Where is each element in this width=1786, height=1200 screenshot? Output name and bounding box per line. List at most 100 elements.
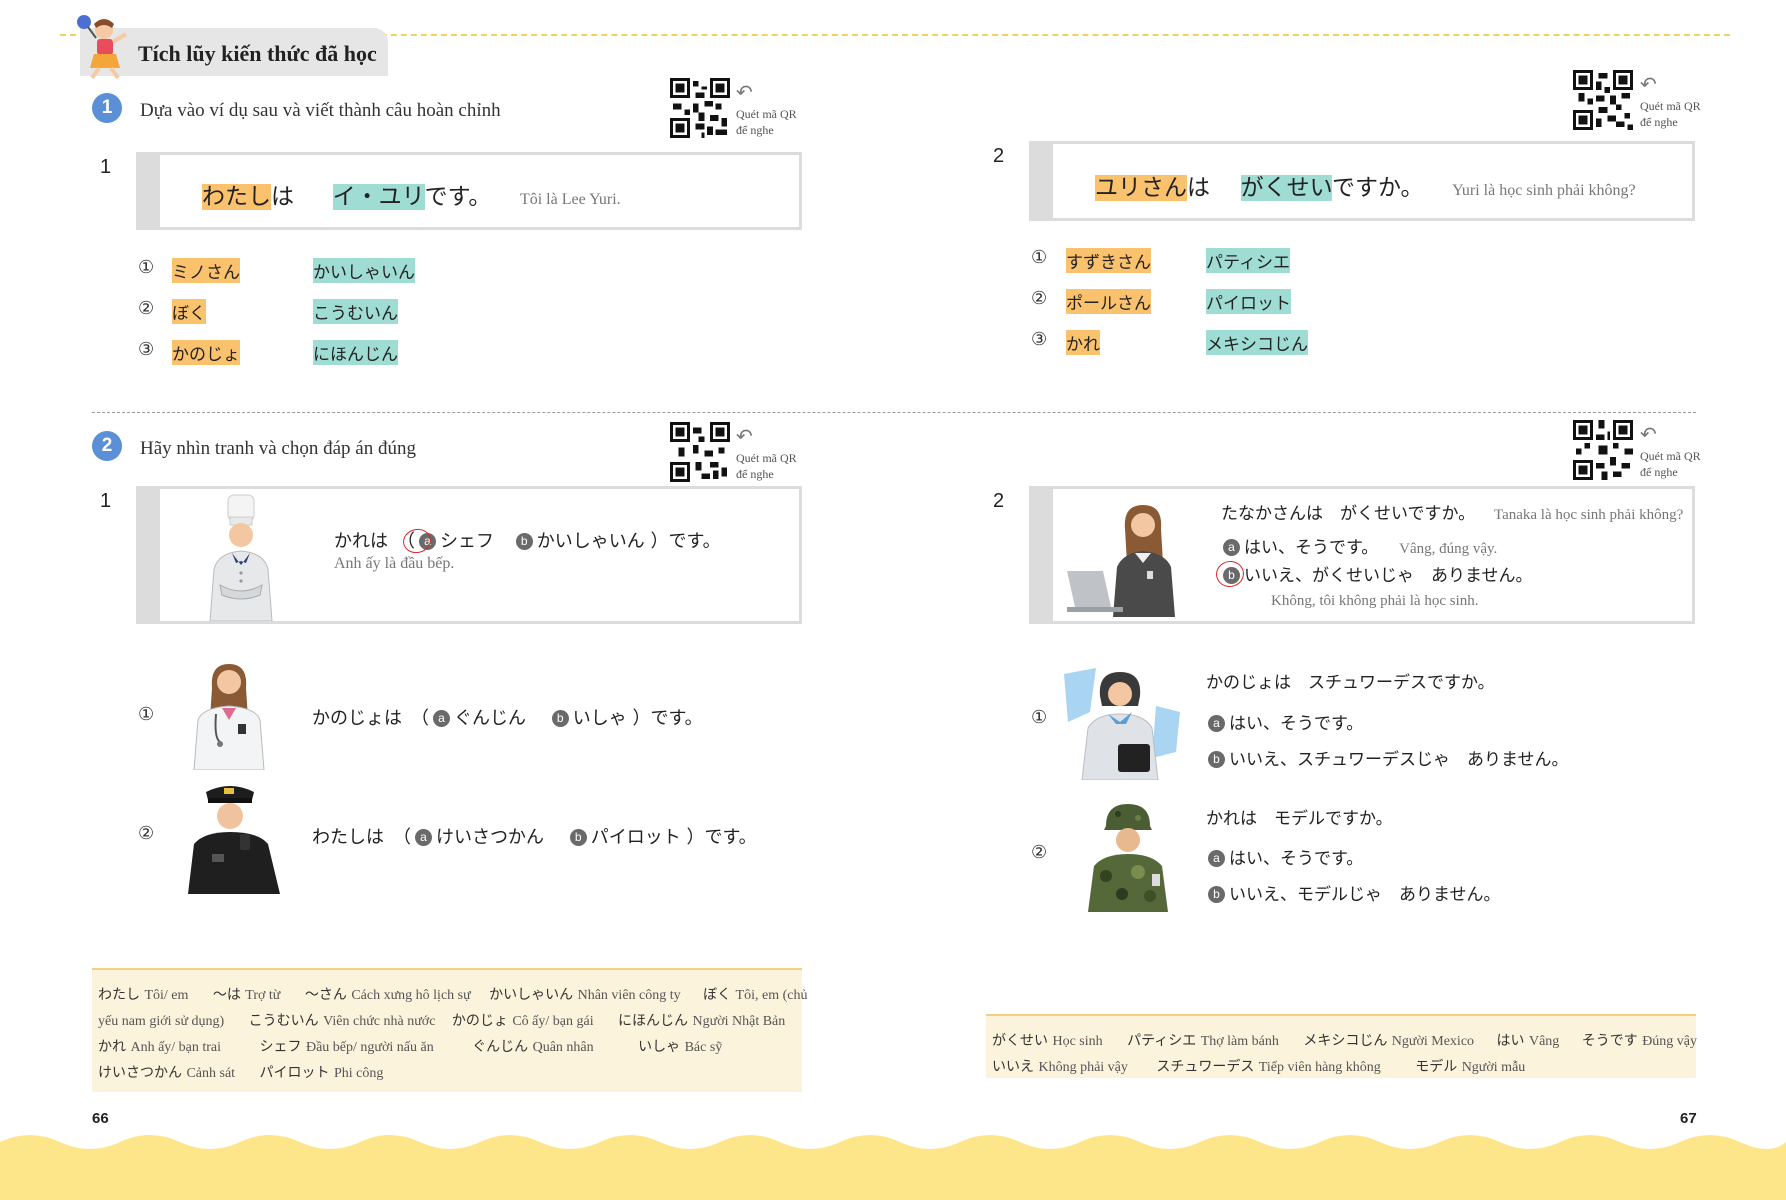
- item-noun[interactable]: パイロット: [1206, 289, 1291, 314]
- item-mark: ②: [1031, 288, 1048, 309]
- qr-label: Quét mã QR để nghe: [1640, 449, 1701, 479]
- example-box: たなかさんは がくせいですか。 Tanaka là học sinh phải …: [1029, 486, 1695, 624]
- item-mark: ②: [138, 823, 155, 844]
- choice-sentence: かのじょは （a ぐんじん b いしゃ ）です。: [312, 708, 703, 729]
- section-badge: 1: [92, 93, 122, 123]
- item-mark: ③: [138, 339, 155, 360]
- answer-b-translation: Không, tôi không phải là học sinh.: [1271, 593, 1479, 609]
- item-subject[interactable]: かれ: [1066, 330, 1100, 355]
- item-subject[interactable]: かのじょ: [172, 340, 240, 365]
- choice-a-marker[interactable]: a: [1208, 849, 1225, 867]
- choice-a-text[interactable]: シェフ: [440, 531, 494, 552]
- item-subject[interactable]: ポールさん: [1066, 289, 1151, 314]
- item-mark: ②: [138, 298, 155, 319]
- choice-b-text[interactable]: かいしゃいん: [537, 531, 645, 552]
- choice-a-marker[interactable]: a: [1208, 714, 1225, 732]
- mascot-girl-icon: [77, 15, 128, 80]
- item-subject[interactable]: ぼく: [172, 299, 206, 324]
- section-instruction: Hãy nhìn tranh và chọn đáp án đúng: [140, 438, 416, 459]
- choice-a-text[interactable]: けいさつかん: [436, 827, 544, 848]
- choice-b-marker[interactable]: b: [1208, 885, 1225, 903]
- choice-sentence: わたしは （a けいさつかん b パイロット ）です。: [312, 827, 757, 848]
- chef-illustration: [209, 494, 273, 621]
- answer-a-translation: Vâng, đúng vậy.: [1399, 541, 1498, 557]
- police-officer-illustration: [188, 786, 280, 894]
- exercise-number: 2: [993, 490, 1005, 512]
- choice-a-text[interactable]: はい、そうです。: [1229, 849, 1363, 869]
- soldier-illustration: [1088, 804, 1168, 912]
- choice-b-marker[interactable]: b: [569, 828, 587, 846]
- example-sentence: ユリさんは がくせいですか。 Yuri là học sinh phải khô…: [1095, 168, 1636, 202]
- choice-b-text[interactable]: いいえ、スチュワーデスじゃ ありません。: [1229, 750, 1569, 770]
- item-mark: ①: [138, 704, 155, 725]
- highlight-subject: わたし: [202, 184, 271, 210]
- flight-attendant-illustration: [1064, 668, 1180, 780]
- choice-b-text[interactable]: いしゃ: [573, 708, 627, 729]
- bottom-wave-decoration: [0, 1135, 1786, 1200]
- choice-a-text[interactable]: ぐんじん: [454, 708, 526, 729]
- back-arrow-icon: ↶: [1640, 422, 1657, 446]
- answer-a-line: a はい、そうです。 Vâng, đúng vậy.: [1219, 533, 1497, 558]
- answer-b-line: b いいえ、スチュワーデスじゃ ありません。: [1204, 745, 1569, 770]
- choice-b-marker[interactable]: b: [515, 532, 533, 550]
- example-box: かれは （a シェフ b かいしゃいん ）です。 Anh ấy là đầu bếp…: [136, 486, 802, 624]
- item-noun[interactable]: パティシエ: [1206, 248, 1290, 273]
- item-mark: ②: [1031, 842, 1048, 863]
- section-divider: [92, 412, 1696, 413]
- highlight-noun: がくせい: [1240, 175, 1332, 201]
- vocab-line: いいえ Không phải vậy スチュワーデス Tiếp viên hàn…: [992, 1059, 1526, 1075]
- back-arrow-icon: ↶: [736, 80, 753, 104]
- choice-a-marker[interactable]: a: [415, 828, 432, 846]
- sentence-ending: です。: [424, 184, 492, 210]
- qr-code-icon[interactable]: [670, 422, 730, 482]
- choice-b-text[interactable]: いいえ、がくせいじゃ ありません。: [1244, 566, 1533, 586]
- item-noun[interactable]: かいしゃいん: [313, 258, 415, 283]
- question-text: かのじょは スチュワーデスですか。: [1206, 673, 1495, 693]
- particle: は: [1187, 175, 1210, 201]
- item-mark: ①: [138, 257, 155, 278]
- choice-b-marker[interactable]: b: [551, 709, 569, 727]
- qr-label: Quét mã QR để nghe: [736, 107, 797, 137]
- choice-b-marker[interactable]: b: [1208, 750, 1225, 768]
- choice-b-text[interactable]: いいえ、モデルじゃ ありません。: [1229, 885, 1501, 905]
- highlight-subject: ユリさん: [1095, 175, 1187, 201]
- qr-code-icon[interactable]: [1573, 70, 1633, 130]
- vocab-line: わたし Tôi/ em 〜は Trợ từ 〜さん Cách xưng hô l…: [98, 987, 808, 1003]
- question-line: たなかさんは がくせいですか。 Tanaka là học sinh phải …: [1221, 499, 1683, 524]
- answer-a-line: a はい、そうです。: [1204, 844, 1363, 869]
- choice-a-text[interactable]: はい、そうです。: [1244, 538, 1378, 558]
- choice-a-marker[interactable]: a: [1223, 538, 1240, 556]
- particle: は: [271, 184, 294, 210]
- question-text: かれは モデルですか。: [1206, 809, 1393, 829]
- item-subject[interactable]: すずきさん: [1066, 248, 1151, 273]
- item-subject[interactable]: ミノさん: [172, 258, 240, 283]
- item-noun[interactable]: メキシコじん: [1206, 330, 1308, 355]
- example-translation: Yuri là học sinh phải không?: [1452, 182, 1636, 199]
- choice-a-marker[interactable]: a: [433, 709, 450, 727]
- vocab-line: がくせい Học sinh パティシエ Thợ làm bánh メキシコじん …: [992, 1033, 1698, 1049]
- vocab-line: けいさつかん Cảnh sát パイロット Phi công: [98, 1065, 384, 1081]
- vocabulary-box-right: がくせい Học sinh パティシエ Thợ làm bánh メキシコじん …: [986, 1014, 1698, 1078]
- item-noun[interactable]: にほんじん: [313, 340, 398, 365]
- item-noun[interactable]: こうむいん: [313, 299, 398, 324]
- vocab-line: かれ Anh ấy/ bạn trai シェフ Đầu bếp/ người n…: [98, 1039, 723, 1055]
- example-box: ユリさんは がくせいですか。 Yuri là học sinh phải khô…: [1029, 141, 1695, 221]
- choice-a-text[interactable]: はい、そうです。: [1229, 714, 1363, 734]
- example-translation: Anh ấy là đầu bếp.: [334, 555, 455, 572]
- choice-b-text[interactable]: パイロット: [591, 827, 681, 848]
- qr-label: Quét mã QR để nghe: [1640, 99, 1701, 129]
- question-translation: Tanaka là học sinh phải không?: [1493, 507, 1684, 523]
- section-badge: 2: [92, 431, 122, 461]
- exercise-number: 1: [100, 490, 112, 512]
- woman-laptop-illustration: [1067, 505, 1175, 617]
- qr-code-icon[interactable]: [670, 78, 730, 138]
- example-sentence: わたしは イ・ユリです。 Tôi là Lee Yuri.: [202, 177, 621, 211]
- back-arrow-icon: ↶: [736, 424, 753, 448]
- page-title: Tích lũy kiến thức đã học: [138, 41, 377, 66]
- vocab-line: yếu nam giới sử dụng) こうむいん Viên chức nh…: [98, 1013, 786, 1029]
- exercise-number: 2: [993, 145, 1005, 167]
- qr-label: Quét mã QR để nghe: [736, 451, 797, 481]
- doctor-illustration: [193, 664, 265, 770]
- item-mark: ③: [1031, 329, 1048, 350]
- qr-code-icon[interactable]: [1573, 420, 1633, 480]
